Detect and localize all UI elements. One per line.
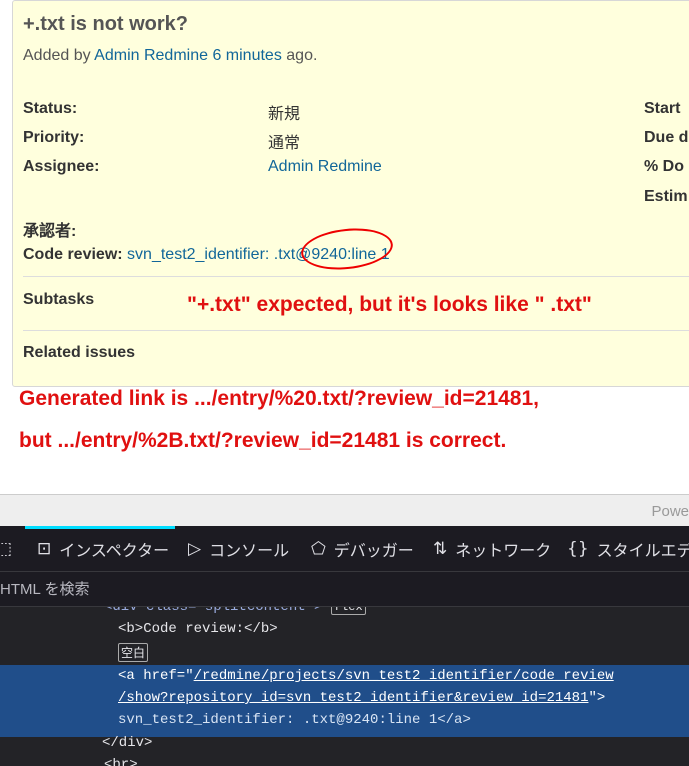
b-text: Code review: [143,621,245,637]
devtools-toolbar: ⬚ ⊡ インスペクター ▷ コンソール ⬠ デバッガー ⇅ ネットワーク {} … [0,526,689,571]
html-search-input[interactable] [0,572,689,606]
anchor-open-prefix: <a href=" [118,668,194,684]
tab-debugger-label: デバッガー [333,542,414,560]
console-icon: ▷ [188,538,202,559]
assignee-link[interactable]: Admin Redmine [268,158,382,176]
status-value: 新規 [268,106,301,123]
tab-inspector-label: インスペクター [59,542,170,560]
added-by-suffix: ago. [286,47,318,64]
tab-style-editor[interactable]: {} スタイルエディ [567,526,689,571]
selected-anchor-line-3: svn_test2_identifier: .txt@9240:line 1</… [118,712,471,728]
tab-debugger[interactable]: ⬠ デバッガー [311,526,414,571]
b-open-tag: <b> [118,621,144,637]
network-icon: ⇅ [433,538,448,559]
issue-title: +.txt is not work? [23,13,189,35]
related-issues-heading: Related issues [23,344,136,361]
anchor-open-suffix: "> [588,690,606,706]
code-review-label: Code review: [23,246,123,263]
subtasks-heading: Subtasks [23,291,95,308]
b-close-tag: </b> [244,621,278,637]
flex-badge[interactable]: flex [330,607,366,615]
separator [23,276,689,277]
highlight-circle [299,224,395,274]
selected-anchor-line-1: <a href="/redmine/projects/svn_test2_ide… [118,668,614,684]
style-editor-icon: {} [567,538,589,559]
debugger-icon: ⬠ [311,538,326,559]
annotation-note-correct-link: but .../entry/%2B.txt/?review_id=21481 i… [19,429,507,452]
href-value-part-2[interactable]: /show?repository_id=svn_test2_identifier… [118,690,588,706]
tree-node-whitespace[interactable]: 空白 [118,643,149,662]
assignee-label: Assignee: [23,158,100,175]
author-link[interactable]: Admin Redmine [94,47,208,64]
tab-inspector[interactable]: ⊡ インスペクター [25,526,175,571]
html-search-bar [0,571,689,607]
annotation-note-expected: "+.txt" expected, but it's looks like " … [187,293,592,316]
issue-details-panel: +.txt is not work? Added by Admin Redmin… [12,0,689,387]
tab-network[interactable]: ⇅ ネットワーク [433,526,551,571]
estimated-time-label: Estim [644,188,688,205]
href-value-part-1[interactable]: /redmine/projects/svn_test2_identifier/c… [194,668,614,684]
approver-label: 承認者: [23,223,77,240]
tree-node-div-close[interactable]: </div> [102,735,152,751]
tab-console-label: コンソール [209,542,290,560]
done-ratio-label: % Do [644,158,684,175]
page-footer: Powe [0,494,689,526]
start-date-label: Start [644,100,681,117]
html-tree-panel[interactable]: <div class="splitcontent"> flex <b>Code … [0,607,689,766]
tree-node-b[interactable]: <b>Code review:</b> [118,621,278,637]
pick-element-icon: ⬚ [0,538,13,559]
issue-author-line: Added by Admin Redmine 6 minutes ago. [23,47,317,65]
tab-network-label: ネットワーク [455,542,552,560]
status-label: Status: [23,100,78,117]
whitespace-badge: 空白 [118,643,149,662]
tab-console[interactable]: ▷ コンソール [188,526,289,571]
selected-node-anchor[interactable]: <a href="/redmine/projects/svn_test2_ide… [0,665,689,737]
tab-style-editor-label: スタイルエディ [596,542,689,560]
inspector-icon: ⊡ [37,538,52,559]
annotation-note-generated-link: Generated link is .../entry/%20.txt/?rev… [19,387,539,410]
added-by-prefix: Added by [23,47,91,64]
tree-node-splitcontent-text: <div class="splitcontent"> [104,607,323,615]
priority-value: 通常 [268,135,301,152]
tree-node-br[interactable]: <br> [104,757,138,766]
age-link[interactable]: 6 minutes [212,47,281,64]
separator [23,330,689,331]
selected-anchor-line-2: /show?repository_id=svn_test2_identifier… [118,690,605,706]
powered-by-text: Powe [651,503,689,520]
priority-label: Priority: [23,129,85,146]
tree-node-splitcontent[interactable]: <div class="splitcontent"> flex [104,607,366,615]
anchor-text-content: svn_test2_identifier: .txt@9240:line 1</… [118,712,471,728]
element-picker-button[interactable]: ⬚ [0,526,16,571]
due-date-label: Due d [644,129,689,146]
